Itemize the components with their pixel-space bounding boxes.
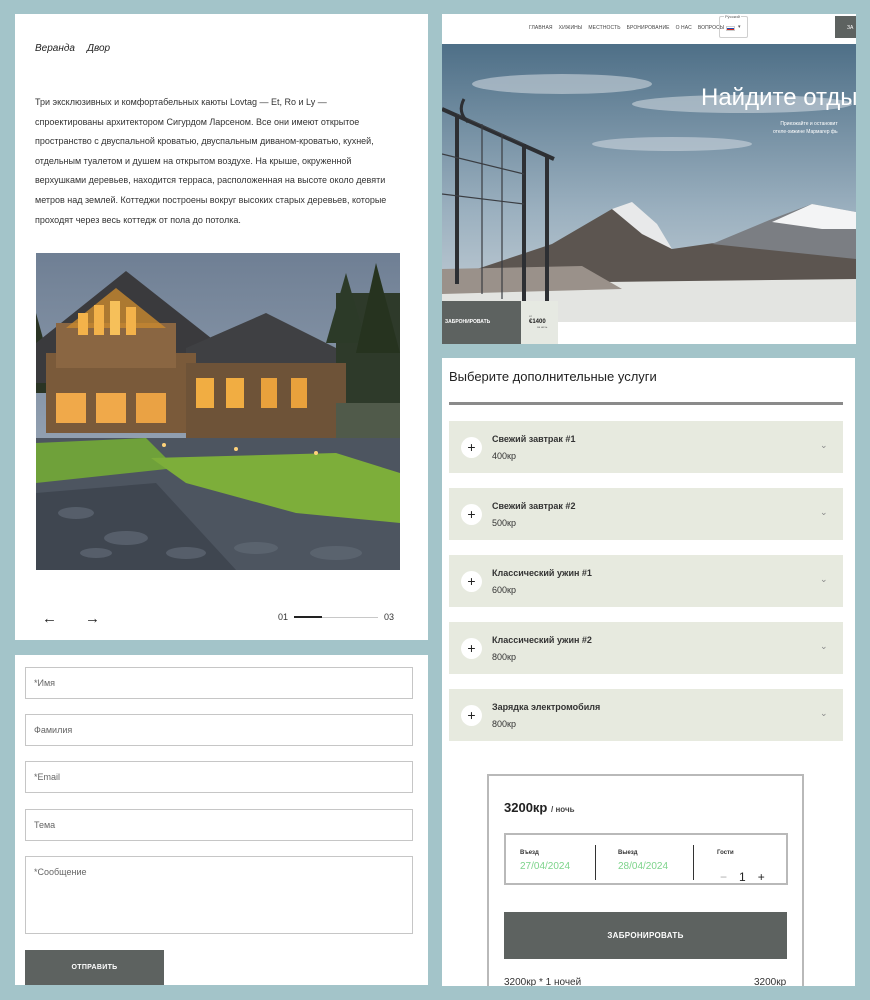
- chevron-down-icon[interactable]: ⌄: [820, 507, 828, 518]
- hero-subtitle-line-1: Приезжайте и остановит: [780, 121, 838, 127]
- tab-veranda[interactable]: Веранда: [35, 43, 75, 54]
- checkin-label: Въезд: [520, 850, 539, 856]
- nav-link-area[interactable]: МЕСТНОСТЬ: [588, 25, 620, 31]
- date-guest-selector: Въезд 27/04/2024 Выезд 28/04/2024 Гости …: [504, 833, 788, 885]
- service-price: 800кр: [492, 719, 516, 729]
- nightly-price: 3200кр / ночь: [504, 800, 575, 815]
- nav-link-booking[interactable]: БРОНИРОВАНИЕ: [627, 25, 670, 31]
- hero-price-badge: от €1400 за ночь: [521, 301, 558, 344]
- plus-icon[interactable]: +: [758, 870, 765, 884]
- plus-icon[interactable]: +: [461, 437, 482, 458]
- first-name-field[interactable]: *Имя: [25, 667, 413, 699]
- service-item[interactable]: + Зарядка электромобиля 800кр ⌄: [449, 689, 843, 741]
- hero-subtitle: Приезжайте и остановит отеле-хижине Марм…: [773, 120, 838, 136]
- plus-icon[interactable]: +: [461, 504, 482, 525]
- pager-total: 03: [384, 612, 395, 622]
- service-name: Свежий завтрак #2: [492, 501, 576, 511]
- nav-link-cabins[interactable]: ХИЖИНЫ: [559, 25, 583, 31]
- divider: [693, 845, 694, 880]
- summary-total: 3200кр: [754, 977, 787, 986]
- chevron-down-icon[interactable]: ⌄: [820, 708, 828, 719]
- plus-icon[interactable]: +: [461, 571, 482, 592]
- price-summary: 3200кр * 1 ночей 3200кр: [504, 977, 787, 986]
- subject-field[interactable]: Тема: [25, 809, 413, 841]
- cabin-photo: [36, 253, 400, 570]
- service-price: 800кр: [492, 652, 516, 662]
- plus-icon[interactable]: +: [461, 638, 482, 659]
- service-item[interactable]: + Свежий завтрак #1 400кр ⌄: [449, 421, 843, 473]
- nav-links: ГЛАВНАЯ ХИЖИНЫ МЕСТНОСТЬ БРОНИРОВАНИЕ О …: [529, 25, 724, 31]
- nav-link-home[interactable]: ГЛАВНАЯ: [529, 25, 553, 31]
- contact-form: *Имя Фамилия *Email Тема *Сообщение ОТПР…: [15, 655, 428, 985]
- russian-flag-icon: [726, 26, 735, 31]
- service-name: Свежий завтрак #1: [492, 434, 576, 444]
- checkout-field[interactable]: Выезд 28/04/2024: [618, 850, 668, 872]
- chevron-down-icon[interactable]: ⌄: [820, 440, 828, 451]
- service-name: Зарядка электромобиля: [492, 702, 601, 712]
- booking-card: 3200кр / ночь Въезд 27/04/2024 Выезд 28/…: [487, 774, 804, 986]
- checkout-value[interactable]: 28/04/2024: [618, 861, 668, 872]
- service-item[interactable]: + Классический ужин #1 600кр ⌄: [449, 555, 843, 607]
- nav-link-about[interactable]: О НАС: [676, 25, 692, 31]
- guests-label: Гости: [717, 850, 734, 856]
- minus-icon[interactable]: −: [720, 870, 727, 884]
- arrow-right-icon[interactable]: →: [85, 610, 100, 627]
- guests-field: Гости: [717, 850, 734, 856]
- checkout-label: Выезд: [618, 850, 638, 856]
- nav-book-button[interactable]: ЗА: [835, 16, 856, 38]
- chevron-down-icon[interactable]: ⌄: [820, 574, 828, 585]
- last-name-field[interactable]: Фамилия: [25, 714, 413, 746]
- divider: [595, 845, 596, 880]
- gallery-pager: 01 03: [278, 612, 394, 622]
- message-field[interactable]: *Сообщение: [25, 856, 413, 934]
- guests-stepper: − 1 +: [720, 870, 765, 884]
- checkin-field[interactable]: Въезд 27/04/2024: [520, 850, 570, 872]
- pager-current: 01: [278, 612, 289, 622]
- cabin-description: Три эксклюзивных и комфортабельных каюты…: [35, 97, 387, 225]
- service-name: Классический ужин #2: [492, 635, 592, 645]
- arrow-left-icon[interactable]: ←: [42, 610, 57, 627]
- service-price: 500кр: [492, 518, 516, 528]
- hero-book-button[interactable]: ЗАБРОНИРОВАТЬ: [442, 301, 521, 344]
- submit-button[interactable]: ОТПРАВИТЬ: [25, 950, 164, 985]
- price-per-night: за ночь: [537, 325, 548, 329]
- chevron-down-icon[interactable]: ⌄: [820, 641, 828, 652]
- gallery-arrows: ← →: [42, 610, 100, 627]
- tab-yard[interactable]: Двор: [87, 43, 110, 54]
- email-field[interactable]: *Email: [25, 761, 413, 793]
- price-from-label: от: [529, 314, 532, 318]
- site-navbar: ГЛАВНАЯ ХИЖИНЫ МЕСТНОСТЬ БРОНИРОВАНИЕ О …: [442, 14, 856, 44]
- services-title: Выберите дополнительные услуги: [449, 369, 657, 384]
- language-select[interactable]: Ру́сский ▾: [719, 14, 748, 38]
- guests-value: 1: [739, 870, 746, 884]
- summary-calculation: 3200кр * 1 ночей: [504, 977, 582, 986]
- hero-title: Найдите отдых в: [701, 84, 856, 111]
- pager-progress-fill: [294, 615, 322, 618]
- service-item[interactable]: + Классический ужин #2 800кр ⌄: [449, 622, 843, 674]
- services-panel: Выберите дополнительные услуги + Свежий …: [442, 358, 855, 986]
- cabin-gallery-panel: Веранда Двор Три эксклюзивных и комфорта…: [15, 14, 428, 640]
- service-item[interactable]: + Свежий завтрак #2 500кр ⌄: [449, 488, 843, 540]
- pager-progress-track: [294, 615, 379, 618]
- price-amount: 3200кр: [504, 800, 548, 815]
- hero-subtitle-line-2: отеле-хижине Мармагер фь: [773, 129, 838, 135]
- service-price: 400кр: [492, 451, 516, 461]
- checkin-value[interactable]: 27/04/2024: [520, 861, 570, 872]
- language-label: Ру́сский: [724, 14, 741, 19]
- chevron-down-icon: ▾: [738, 24, 741, 30]
- services-divider: [449, 402, 843, 405]
- service-price: 600кр: [492, 585, 516, 595]
- book-button[interactable]: ЗАБРОНИРОВАТЬ: [504, 912, 787, 959]
- service-name: Классический ужин #1: [492, 568, 592, 578]
- hero-page: ГЛАВНАЯ ХИЖИНЫ МЕСТНОСТЬ БРОНИРОВАНИЕ О …: [442, 14, 856, 344]
- plus-icon[interactable]: +: [461, 705, 482, 726]
- gallery-tabs: Веранда Двор: [35, 43, 110, 54]
- price-unit: / ночь: [551, 805, 575, 814]
